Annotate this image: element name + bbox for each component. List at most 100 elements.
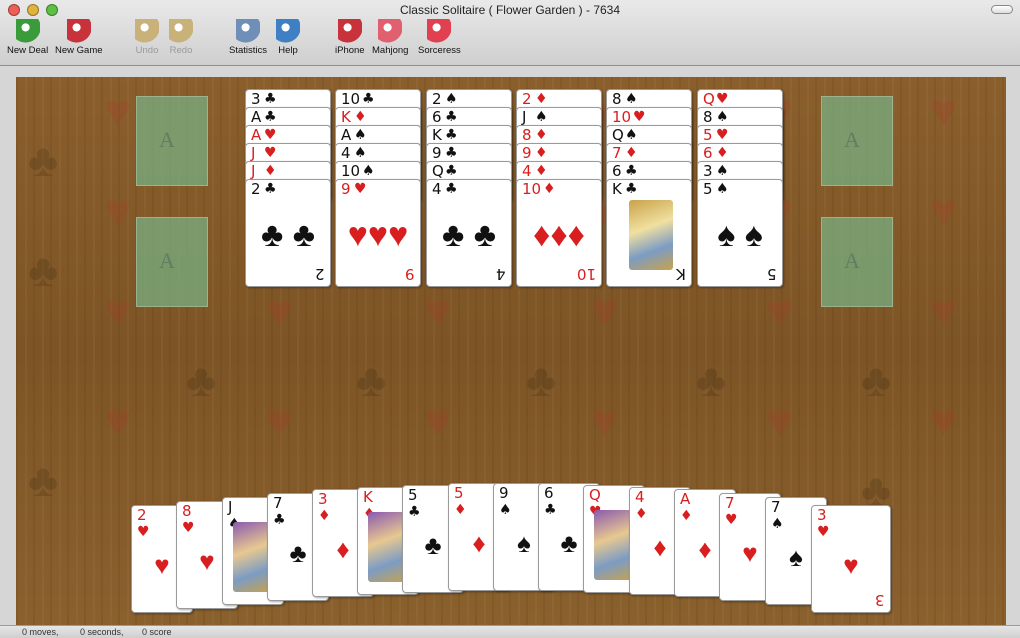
sorceress-button[interactable]: Sorceress bbox=[418, 19, 461, 56]
help-icon bbox=[276, 19, 300, 43]
card-suit: ♣ bbox=[264, 91, 277, 107]
table-heart-decoration: ♥ bbox=[266, 284, 294, 336]
hand-card[interactable]: 3 ♥ ♥ 3 bbox=[811, 505, 891, 613]
card-rank: 6 bbox=[432, 108, 442, 126]
foundation-pile[interactable]: A bbox=[821, 96, 893, 186]
tableau-top-card[interactable]: 9 ♥ ♥♥♥ 9 bbox=[335, 179, 421, 287]
title-bar: Classic Solitaire ( Flower Garden ) - 76… bbox=[0, 0, 1020, 66]
card-rank-bottom: 4 bbox=[496, 265, 506, 283]
card-suit: ♦ bbox=[680, 508, 693, 524]
card-rank: J bbox=[228, 498, 233, 516]
table-heart-decoration: ♥ bbox=[424, 394, 452, 446]
card-suit: ♣ bbox=[264, 181, 277, 197]
toolbar-toggle-button[interactable] bbox=[991, 5, 1013, 14]
undo-button[interactable]: Undo bbox=[135, 19, 159, 56]
table-club-decoration: ♣ bbox=[696, 354, 727, 406]
card-rank: 8 bbox=[522, 126, 532, 144]
card-pips: ♠ ♠ bbox=[717, 216, 763, 254]
card-suit: ♣ bbox=[625, 163, 638, 179]
card-rank: K bbox=[612, 180, 622, 198]
toolbar-label: Redo bbox=[169, 45, 193, 56]
card-rank: 7 bbox=[612, 144, 622, 162]
card-rank: 5 bbox=[408, 486, 418, 504]
card-suit: ♦ bbox=[535, 145, 548, 161]
new-game-button[interactable]: New Game bbox=[55, 19, 103, 56]
mahjong-button[interactable]: Mahjong bbox=[372, 19, 408, 56]
help-button[interactable]: Help bbox=[276, 19, 300, 56]
new-game-icon bbox=[66, 19, 91, 43]
card-suit: ♠ bbox=[625, 127, 638, 143]
toolbar-label: Undo bbox=[135, 45, 159, 56]
table-club-decoration: ♣ bbox=[28, 134, 59, 186]
game-table: ♥♥♥♥♥♥♥♥♥♥♥♥♥♥♥♥♥♥♥♥♥♥♥♣♣♣♣♣♣♣♣♣AAAA3♣A♣… bbox=[16, 77, 1006, 625]
table-club-decoration: ♣ bbox=[28, 244, 59, 296]
card-rank: 10 bbox=[341, 90, 361, 108]
card-rank: 9 bbox=[432, 144, 442, 162]
app-window: Classic Solitaire ( Flower Garden ) - 76… bbox=[0, 0, 1020, 638]
new-deal-button[interactable]: New Deal bbox=[7, 19, 48, 56]
card-rank: J bbox=[251, 144, 256, 162]
card-rank: 8 bbox=[612, 90, 622, 108]
card-suit: ♥ bbox=[264, 127, 277, 143]
statistics-icon bbox=[236, 19, 260, 43]
iphone-button[interactable]: iPhone bbox=[335, 19, 365, 56]
tableau-top-card[interactable]: 4 ♣ ♣ ♣ 4 bbox=[426, 179, 512, 287]
foundation-pile[interactable]: A bbox=[136, 217, 208, 307]
card-rank: Q bbox=[703, 90, 715, 108]
card-rank: 9 bbox=[499, 484, 509, 502]
tableau-top-card[interactable]: 2 ♣ ♣ ♣ 2 bbox=[245, 179, 331, 287]
card-rank: Q bbox=[589, 486, 601, 504]
card-rank: 10 bbox=[612, 108, 632, 126]
card-rank: 9 bbox=[522, 144, 532, 162]
card-suit: ♣ bbox=[445, 145, 458, 161]
foundation-pile[interactable]: A bbox=[136, 96, 208, 186]
card-suit: ♠ bbox=[716, 181, 729, 197]
card-suit: ♥ bbox=[354, 181, 367, 197]
statistics-button[interactable]: Statistics bbox=[229, 19, 267, 56]
card-suit: ♣ bbox=[273, 512, 286, 528]
table-heart-decoration: ♥ bbox=[424, 284, 452, 336]
toolbar-label: Mahjong bbox=[372, 45, 409, 56]
card-rank: 10 bbox=[522, 180, 542, 198]
table-heart-decoration: ♥ bbox=[930, 184, 958, 236]
card-suit: ♥ bbox=[725, 512, 738, 528]
card-suit: ♠ bbox=[445, 91, 458, 107]
card-suit: ♦ bbox=[318, 508, 331, 524]
toolbar-label: Statistics bbox=[229, 45, 268, 56]
table-heart-decoration: ♥ bbox=[104, 284, 132, 336]
card-rank: 5 bbox=[703, 126, 713, 144]
card-rank: 2 bbox=[137, 506, 147, 524]
card-suit: ♦ bbox=[535, 163, 548, 179]
card-suit: ♥ bbox=[716, 91, 729, 107]
tableau-top-card[interactable]: K ♣ K bbox=[606, 179, 692, 287]
card-rank: 5 bbox=[703, 180, 713, 198]
king-face-image bbox=[629, 200, 673, 270]
card-rank-bottom: 3 bbox=[875, 591, 885, 609]
window-title: Classic Solitaire ( Flower Garden ) - 76… bbox=[399, 3, 621, 17]
card-suit: ♦ bbox=[264, 163, 277, 179]
card-rank: 6 bbox=[612, 162, 622, 180]
table-club-decoration: ♣ bbox=[526, 354, 557, 406]
card-suit: ♦ bbox=[625, 145, 638, 161]
foundation-pile[interactable]: A bbox=[821, 217, 893, 307]
tableau-top-card[interactable]: 5 ♠ ♠ ♠ 5 bbox=[697, 179, 783, 287]
foundation-label: A bbox=[159, 248, 175, 273]
redo-button[interactable]: Redo bbox=[169, 19, 193, 56]
foundation-label: A bbox=[159, 127, 175, 152]
new-deal-icon bbox=[15, 19, 40, 43]
table-heart-decoration: ♥ bbox=[104, 84, 132, 136]
card-rank: Q bbox=[432, 162, 444, 180]
card-suit: ♣ bbox=[445, 181, 458, 197]
card-rank: K bbox=[432, 126, 442, 144]
card-rank-bottom: 9 bbox=[405, 265, 415, 283]
card-suit: ♦ bbox=[354, 109, 367, 125]
card-rank: 3 bbox=[703, 162, 713, 180]
table-club-decoration: ♣ bbox=[28, 454, 59, 506]
tableau-top-card[interactable]: 10 ♦ ♦♦♦ 10 bbox=[516, 179, 602, 287]
card-suit: ♥ bbox=[817, 524, 830, 540]
card-rank: A bbox=[251, 108, 262, 126]
moves-count: 0 moves, bbox=[22, 627, 59, 637]
card-rank: 3 bbox=[251, 90, 261, 108]
card-suit: ♥ bbox=[716, 127, 729, 143]
toolbar-label: Help bbox=[278, 45, 298, 56]
